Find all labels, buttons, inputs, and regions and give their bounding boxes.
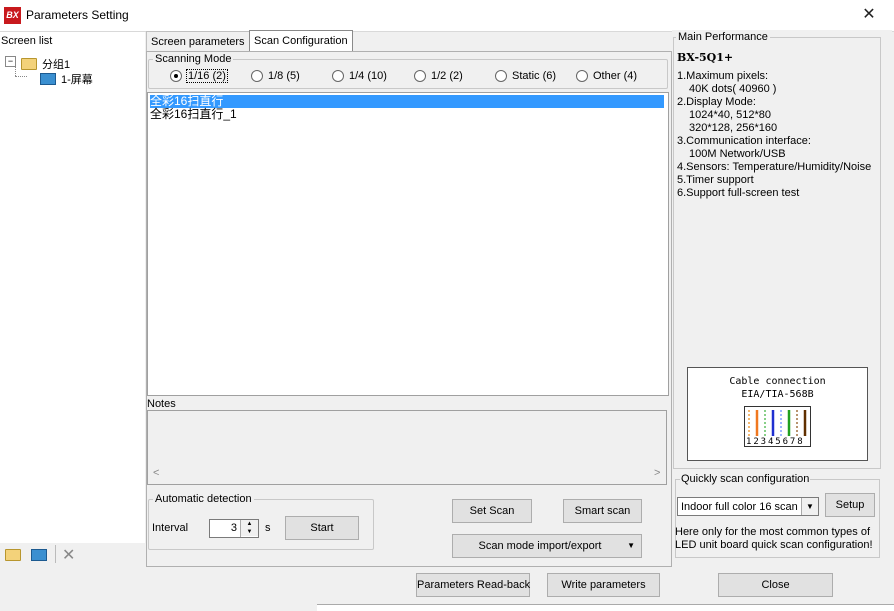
interval-unit: s [265, 522, 271, 534]
tree-item-screen[interactable]: 1-屏幕 [40, 71, 93, 87]
radio-1-2[interactable]: 1/2 (2) [414, 70, 463, 82]
perf-line: 1.Maximum pixels: [677, 70, 769, 82]
screen-label: 1-屏幕 [61, 74, 93, 86]
radio-icon [170, 70, 182, 82]
scanning-mode-label: Scanning Mode [155, 53, 232, 65]
auto-detection-label: Automatic detection [155, 493, 252, 505]
perf-line: 5.Timer support [677, 174, 754, 186]
scroll-left-icon[interactable]: < [153, 467, 159, 479]
monitor-icon [40, 73, 56, 85]
cable-pin-numbers: 12345678 [746, 437, 805, 447]
quick-scan-value: Indoor full color 16 scan [681, 501, 798, 513]
import-export-label: Scan mode import/export [478, 540, 602, 552]
tab-scan-configuration[interactable]: Scan Configuration [249, 30, 353, 52]
group-label: 分组1 [42, 59, 71, 71]
radio-1-4[interactable]: 1/4 (10) [332, 70, 387, 82]
radio-label: 1/2 (2) [431, 70, 463, 82]
tree-item-group[interactable]: 分组1 [21, 56, 70, 72]
delete-icon[interactable]: ✕ [62, 545, 75, 565]
setup-button[interactable]: Setup [825, 493, 875, 517]
radio-icon [251, 70, 263, 82]
add-screen-icon[interactable] [31, 549, 47, 561]
main-performance-label: Main Performance [676, 31, 770, 43]
perf-line: 320*128, 256*160 [689, 122, 778, 134]
interval-value: 3 [230, 522, 237, 534]
radio-1-8[interactable]: 1/8 (5) [251, 70, 300, 82]
radio-static[interactable]: Static (6) [495, 70, 556, 82]
start-button[interactable]: Start [285, 516, 359, 540]
perf-line: 4.Sensors: Temperature/Humidity/Noise [677, 161, 872, 173]
radio-icon [576, 70, 588, 82]
scan-list[interactable]: 全彩16扫直行 全彩16扫直行_1 [147, 92, 669, 396]
radio-icon [332, 70, 344, 82]
interval-label: Interval [152, 522, 189, 534]
perf-line: 6.Support full-screen test [677, 187, 800, 199]
screen-list-label: Screen list [1, 35, 53, 47]
quick-scan-help: Here only for the most common types of L… [675, 526, 873, 551]
perf-line: 40K dots( 40960 ) [689, 83, 777, 95]
close-icon[interactable]: ✕ [858, 4, 880, 26]
cable-connection-diagram: Cable connection EIA/TIA-568B 12345678 [687, 367, 868, 461]
toolbar-divider [55, 545, 56, 563]
close-button[interactable]: Close [718, 573, 833, 597]
scroll-right-icon[interactable]: > [654, 467, 660, 479]
cable-standard: EIA/TIA-568B [741, 389, 814, 400]
write-parameters-button[interactable]: Write parameters [547, 573, 660, 597]
radio-label: 1/8 (5) [268, 70, 300, 82]
perf-line: 2.Display Mode: [677, 96, 756, 108]
bx-app-icon: BX [4, 7, 21, 24]
set-scan-button[interactable]: Set Scan [452, 499, 532, 523]
chevron-down-icon[interactable]: ▼ [801, 498, 818, 515]
radio-1-16[interactable]: 1/16 (2) [170, 69, 228, 83]
controller-model: BX-5Q1+ [677, 51, 734, 64]
smart-scan-button[interactable]: Smart scan [563, 499, 642, 523]
list-item[interactable]: 全彩16扫直行_1 [150, 108, 237, 121]
interval-stepper[interactable]: 3 ▲ ▼ [209, 519, 259, 538]
radio-label: Other (4) [593, 70, 638, 82]
perf-line: 1024*40, 512*80 [689, 109, 771, 121]
read-back-button[interactable]: Parameters Read-back [416, 573, 530, 597]
radio-icon [414, 70, 426, 82]
perf-line: 100M Network/USB [689, 148, 786, 160]
notes-label: Notes [147, 398, 176, 410]
tree-connector [15, 62, 16, 76]
radio-label: Static (6) [512, 70, 557, 82]
radio-icon [495, 70, 507, 82]
quick-scan-select[interactable]: Indoor full color 16 scan ▼ [677, 497, 819, 516]
quick-scan-label: Quickly scan configuration [680, 473, 811, 485]
spin-up-icon[interactable]: ▲ [241, 520, 258, 528]
import-export-button[interactable]: Scan mode import/export ▼ [452, 534, 642, 558]
tab-screen-parameters[interactable]: Screen parameters [146, 31, 250, 52]
perf-line: 3.Communication interface: [677, 135, 811, 147]
radio-label: 1/16 (2) [186, 69, 228, 83]
window-title: Parameters Setting [26, 8, 129, 22]
folder-icon [21, 58, 37, 70]
spin-buttons[interactable]: ▲ ▼ [240, 520, 258, 537]
screen-list-panel [0, 32, 145, 567]
chevron-down-icon: ▼ [627, 541, 635, 550]
spin-down-icon[interactable]: ▼ [241, 528, 258, 536]
notes-scrollbar[interactable]: < > [148, 467, 664, 482]
radio-other[interactable]: Other (4) [576, 70, 637, 82]
title-bar [0, 0, 894, 32]
cable-title: Cable connection [729, 376, 826, 387]
add-group-icon[interactable] [5, 549, 21, 561]
tree-connector [15, 76, 27, 77]
screen-list-toolbar: ✕ [0, 543, 145, 567]
radio-label: 1/4 (10) [349, 70, 387, 82]
